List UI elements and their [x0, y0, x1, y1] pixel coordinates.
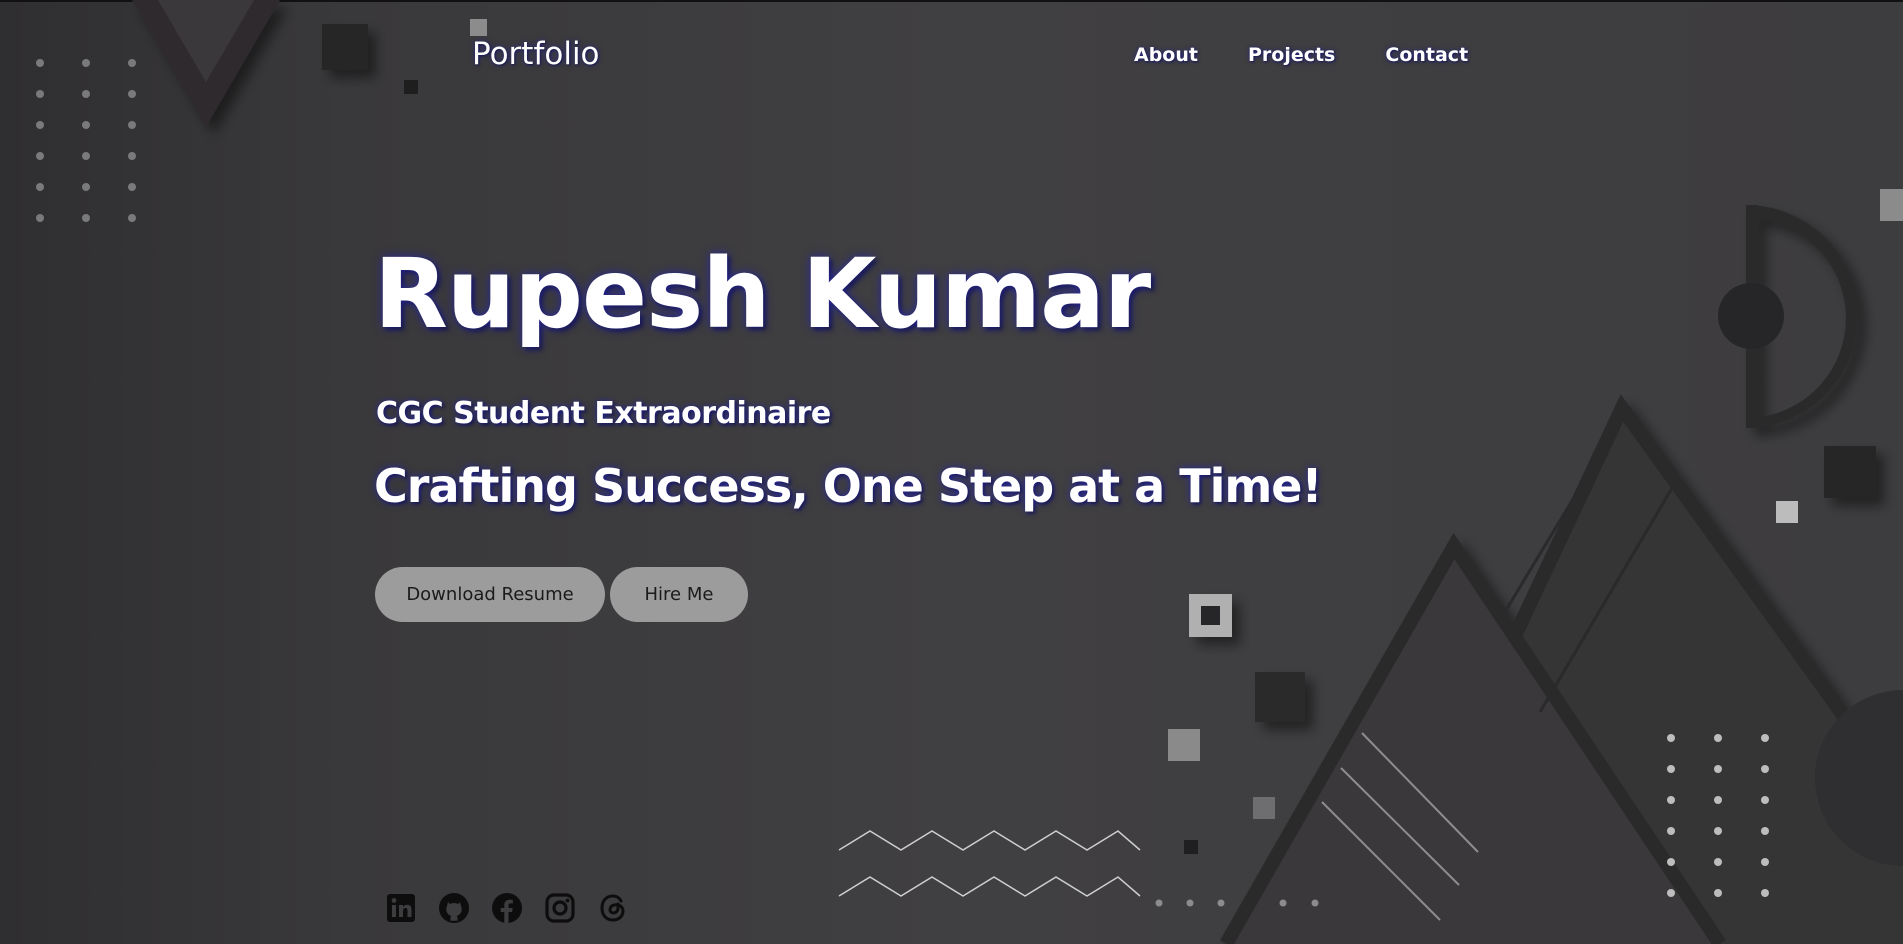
main-nav: About Projects Contact — [1134, 44, 1468, 66]
hero-subtitle: CGC Student Extraordinaire — [376, 396, 831, 431]
facebook-icon[interactable] — [489, 890, 525, 926]
nav-about[interactable]: About — [1134, 44, 1198, 66]
instagram-icon[interactable] — [542, 890, 578, 926]
brand-logo[interactable]: Portfolio — [472, 36, 600, 72]
hire-me-button[interactable]: Hire Me — [610, 567, 748, 622]
linkedin-icon[interactable] — [383, 890, 419, 926]
download-resume-button[interactable]: Download Resume — [375, 567, 605, 622]
hero-actions: Download Resume Hire Me — [375, 567, 748, 622]
threads-icon[interactable] — [595, 890, 631, 926]
hero-tagline: Crafting Success, One Step at a Time! — [374, 459, 1322, 513]
top-border — [0, 0, 1903, 2]
nav-projects[interactable]: Projects — [1248, 44, 1335, 66]
nav-contact[interactable]: Contact — [1385, 44, 1468, 66]
github-icon[interactable] — [436, 890, 472, 926]
hero-name: Rupesh Kumar — [374, 238, 1151, 350]
social-links — [383, 890, 631, 926]
